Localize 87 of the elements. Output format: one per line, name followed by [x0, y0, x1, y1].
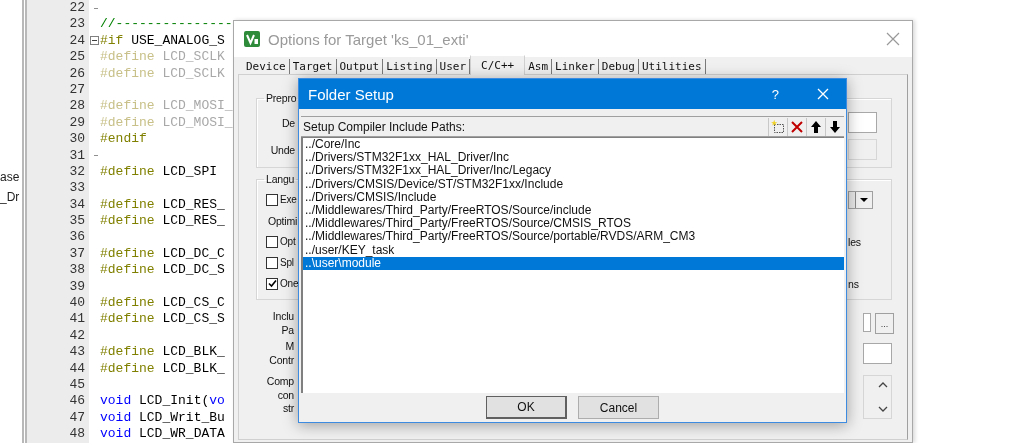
- tab[interactable]: C/C++: [470, 55, 526, 75]
- line-number: 46: [27, 393, 89, 410]
- close-icon[interactable]: [886, 32, 900, 46]
- code-line: void LCD_WR_DATA: [100, 426, 225, 443]
- code-line: #define LCD_SPI: [100, 163, 218, 181]
- line-number: 28: [27, 98, 89, 115]
- list-item[interactable]: ../Drivers/CMSIS/Include: [303, 190, 844, 204]
- code-line: #define LCD_RES_: [100, 213, 225, 230]
- field-label: M Contr: [268, 340, 295, 367]
- checkbox[interactable]: [266, 256, 278, 269]
- tab[interactable]: Device: [243, 59, 290, 74]
- list-item[interactable]: ../Drivers/STM32F1xx_HAL_Driver/Inc: [303, 151, 844, 165]
- line-number: 23: [27, 16, 89, 33]
- code-line: #define LCD_SCLK: [100, 65, 225, 82]
- line-number: 33: [27, 180, 89, 197]
- field-label: Comp con str: [265, 375, 295, 416]
- fold-icon[interactable]: [90, 36, 99, 46]
- field-label: Unde: [269, 143, 296, 156]
- code-line: #define LCD_SCLK: [100, 49, 225, 66]
- code-line: #define LCD_DC_C: [100, 245, 225, 263]
- cancel-button[interactable]: Cancel: [578, 396, 659, 419]
- checkbox[interactable]: [266, 277, 278, 290]
- line-number: 36: [27, 229, 89, 246]
- line-number: 30: [27, 131, 89, 148]
- line-number: 48: [27, 426, 89, 443]
- path-list[interactable]: [301, 137, 844, 393]
- code-line: void LCD_Writ_Bu: [100, 409, 225, 427]
- checkbox-label: Exe: [280, 194, 297, 205]
- field-label: De: [280, 116, 296, 129]
- list-item[interactable]: ../Middlewares/Third_Party/FreeRTOS/Source/portable/RVDS/ARM_CM3: [303, 230, 844, 244]
- line-number: 22: [27, 0, 89, 17]
- list-item[interactable]: ../Core/Inc: [303, 138, 844, 152]
- tab[interactable]: Asm: [525, 59, 553, 74]
- line-number: 40: [27, 295, 89, 312]
- code-line: #define LCD_CS_S: [100, 311, 225, 328]
- new-folder-icon[interactable]: [770, 118, 786, 135]
- line-number: 35: [27, 213, 89, 230]
- list-item[interactable]: ..\user\module: [303, 256, 844, 270]
- text-field[interactable]: [848, 112, 877, 133]
- line-number: 38: [27, 262, 89, 279]
- code-line: #endif: [100, 131, 147, 148]
- checkbox-label: One: [280, 278, 299, 289]
- code-line: #define LCD_MOSI_: [100, 114, 233, 132]
- code-line: #if USE_ANALOG_S: [100, 32, 225, 50]
- code-line: #define LCD_RES_: [100, 196, 225, 214]
- checkbox-label: Opt: [280, 236, 296, 247]
- browse-button[interactable]: ...: [875, 313, 894, 334]
- window-title: Options for Target 'ks_01_exti': [268, 30, 469, 48]
- code-line: //---------------: [100, 16, 233, 33]
- code-line: #define LCD_DC_S: [100, 262, 225, 279]
- dropdown[interactable]: [848, 190, 873, 209]
- tree-item[interactable]: ase: [0, 167, 22, 187]
- list-item[interactable]: ../Middlewares/Third_Party/FreeRTOS/Source/include: [303, 203, 844, 218]
- option-label: ns: [848, 277, 859, 290]
- ok-button[interactable]: OK: [486, 396, 567, 419]
- checkbox-label: Spl: [280, 257, 294, 268]
- help-button[interactable]: ?: [771, 86, 779, 102]
- list-item[interactable]: ../Middlewares/Third_Party/FreeRTOS/Source/CMSIS_RTOS: [303, 217, 844, 231]
- list-item[interactable]: ../user/KEY_task: [303, 243, 844, 257]
- group-label: Langu: [265, 173, 296, 185]
- window-title: Folder Setup: [308, 85, 394, 103]
- group-label: Prepro: [265, 92, 298, 104]
- list-item[interactable]: ../Drivers/CMSIS/Device/ST/STM32F1xx/Include: [303, 177, 844, 191]
- move-down-icon[interactable]: [827, 118, 843, 135]
- line-number: 43: [27, 344, 89, 361]
- text-field[interactable]: [863, 313, 871, 332]
- app-icon: [244, 31, 260, 47]
- code-line: #define LCD_CS_C: [100, 295, 225, 312]
- option-label: les: [848, 235, 861, 248]
- line-number: 41: [27, 311, 89, 328]
- code-line: #define LCD_BLK_: [100, 344, 225, 361]
- code-line: #define LCD_BLK_: [100, 360, 225, 377]
- line-number: 25: [27, 49, 89, 66]
- list-item[interactable]: ../Drivers/STM32F1xx_HAL_Driver/Inc/Legacy: [303, 164, 844, 178]
- scroll-down-icon[interactable]: [878, 405, 888, 413]
- header-label: Setup Compiler Include Paths:: [302, 119, 466, 134]
- scroll-up-icon[interactable]: [878, 381, 888, 389]
- code-line: #define LCD_MOSI_: [100, 98, 233, 115]
- text-field[interactable]: [863, 343, 892, 364]
- delete-icon[interactable]: [789, 118, 805, 135]
- checkbox[interactable]: [266, 193, 278, 206]
- field-label: Inclu Pa: [271, 310, 295, 337]
- tab[interactable]: Utilities: [639, 59, 706, 74]
- code-line: void LCD_Init(vo: [100, 393, 225, 410]
- checkbox[interactable]: [266, 235, 278, 248]
- tree-item[interactable]: _Dr: [0, 187, 22, 207]
- option-label: Optimi: [268, 214, 298, 227]
